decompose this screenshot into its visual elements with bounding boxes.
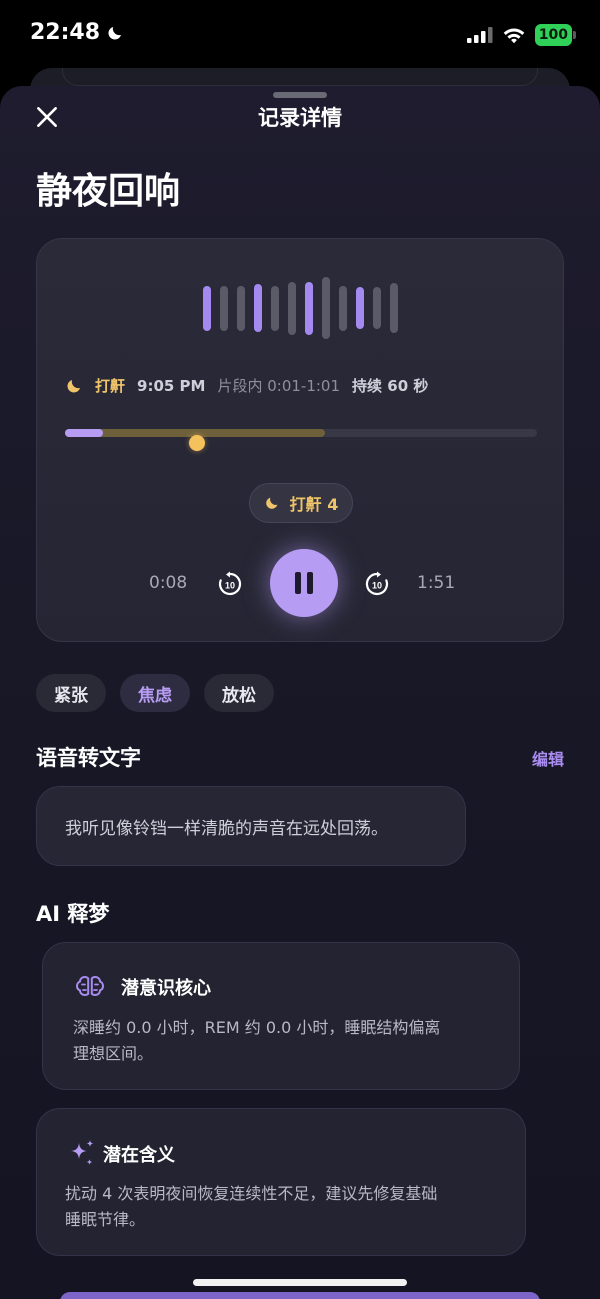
waveform-bar [304, 281, 313, 335]
moon-icon [265, 497, 277, 509]
waveform-bar [321, 277, 330, 339]
waveform-bar [287, 281, 296, 335]
waveform-bar [236, 285, 245, 331]
waveform-bar [372, 287, 381, 329]
signal-icon [466, 27, 493, 43]
mood-chip-relaxed[interactable]: 放松 [204, 674, 274, 712]
moon-icon [67, 379, 80, 393]
event-time: 9:05 PM [137, 376, 206, 395]
mood-chip-tense[interactable]: 紧张 [36, 674, 106, 712]
mood-tags: 紧张 焦虑 放松 [36, 674, 274, 712]
pause-icon [295, 572, 313, 594]
bottom-action-edge [60, 1292, 540, 1299]
detail-sheet: 记录详情 静夜回响 打鼾 9:05 PM 片段内 0:01-1:01 持续 60… [0, 86, 600, 1299]
event-duration: 持续 60 秒 [352, 377, 429, 395]
forward-10-icon[interactable]: 10 [363, 570, 391, 598]
ai-card-body-line: 睡眠节律。 [65, 1210, 146, 1229]
status-indicators: 100 [466, 24, 577, 46]
status-clock: 22:48 [30, 20, 101, 45]
status-bar: 22:48 100 [0, 0, 600, 70]
ai-card-body: 深睡约 0.0 小时，REM 约 0.0 小时，睡眠结构偏离 理想区间。 [73, 1015, 440, 1067]
waveform-bar [202, 285, 211, 331]
transcript-text: 我听见像铃铛一样清脆的声音在远处回荡。 [65, 818, 388, 839]
transcript-section-title: 语音转文字 [36, 746, 141, 770]
moon-icon [108, 26, 122, 40]
event-type: 打鼾 [95, 377, 126, 395]
event-info-row: 打鼾 9:05 PM 片段内 0:01-1:01 持续 60 秒 [65, 375, 428, 396]
home-indicator[interactable] [193, 1279, 407, 1286]
segment-range: 片段内 0:01-1:01 [217, 377, 341, 395]
ai-section-title: AI 释梦 [36, 902, 110, 926]
ai-card-body-line: 理想区间。 [73, 1044, 154, 1063]
ai-card-title: 潜意识核心 [121, 978, 211, 999]
header-title: 记录详情 [258, 106, 342, 130]
audio-player-card: 打鼾 9:05 PM 片段内 0:01-1:01 持续 60 秒 打鼾 4 0:… [36, 238, 564, 642]
event-marker-knob[interactable] [189, 435, 205, 451]
mood-chip-anxious[interactable]: 焦虑 [120, 674, 190, 712]
played-progress [65, 429, 103, 437]
brain-icon [75, 975, 105, 997]
waveform-bar [338, 285, 347, 331]
ai-card-body-line: 扰动 4 次表明夜间恢复连续性不足，建议先修复基础 [65, 1184, 438, 1203]
playback-scrubber[interactable] [65, 429, 537, 437]
wifi-icon [503, 27, 525, 43]
waveform-bar [219, 285, 228, 331]
total-time: 1:51 [417, 573, 456, 593]
sheet-grabber[interactable] [273, 92, 327, 98]
pause-button[interactable] [270, 549, 338, 617]
snore-count-pill[interactable]: 打鼾 4 [249, 483, 353, 523]
ai-card-subconscious: 潜意识核心 深睡约 0.0 小时，REM 约 0.0 小时，睡眠结构偏离 理想区… [42, 942, 520, 1090]
forward-label: 10 [372, 581, 382, 591]
waveform-bar [389, 283, 398, 333]
current-time: 0:08 [149, 573, 188, 593]
rewind-10-icon[interactable]: 10 [216, 570, 244, 598]
waveform [37, 277, 563, 339]
ai-card-title: 潜在含义 [103, 1145, 175, 1166]
transcript-box: 我听见像铃铛一样清脆的声音在远处回荡。 [36, 786, 466, 866]
ai-card-meaning: 潜在含义 扰动 4 次表明夜间恢复连续性不足，建议先修复基础 睡眠节律。 [36, 1108, 526, 1256]
ai-card-body: 扰动 4 次表明夜间恢复连续性不足，建议先修复基础 睡眠节律。 [65, 1181, 437, 1233]
rewind-label: 10 [225, 581, 235, 591]
ai-card-body-line: 深睡约 0.0 小时，REM 约 0.0 小时，睡眠结构偏离 [73, 1018, 441, 1037]
snore-count-label: 打鼾 4 [289, 495, 339, 514]
background-sheet-card [62, 68, 538, 86]
waveform-bar [270, 285, 279, 331]
waveform-bar [355, 287, 364, 329]
waveform-bar [253, 284, 262, 332]
edit-transcript-link[interactable]: 编辑 [532, 746, 564, 770]
battery-indicator: 100 [534, 24, 577, 46]
page-title: 静夜回响 [36, 171, 181, 212]
status-time: 22:48 [30, 20, 124, 45]
sparkle-icon [71, 1140, 94, 1165]
